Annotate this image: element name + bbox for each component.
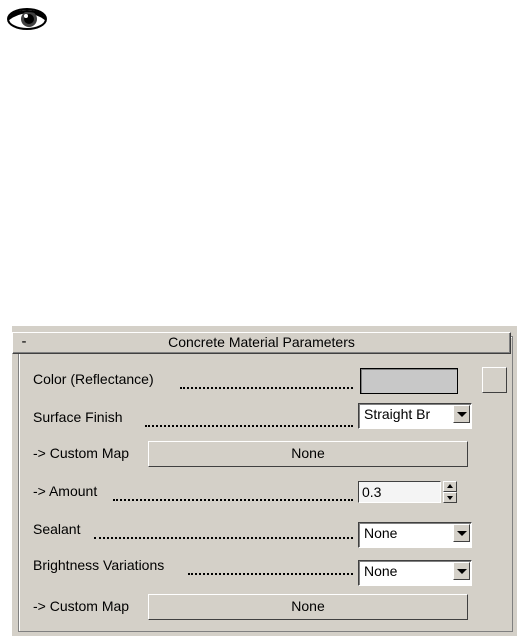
sealant-value: None: [364, 525, 398, 541]
eye-icon: [6, 3, 56, 33]
amount-leader: [113, 498, 353, 501]
amount-input[interactable]: 0.3: [358, 481, 441, 503]
brightness-variations-label: Brightness Variations: [33, 557, 165, 573]
chevron-down-icon[interactable]: [453, 405, 470, 423]
color-map-button[interactable]: [482, 367, 507, 393]
sealant-label: Sealant: [33, 521, 81, 537]
spin-up-icon[interactable]: [443, 481, 457, 492]
color-leader: [180, 386, 353, 389]
concrete-material-rollout: - Concrete Material Parameters Color (Re…: [12, 326, 517, 636]
surface-finish-label: Surface Finish: [33, 409, 123, 425]
chevron-down-icon[interactable]: [453, 524, 470, 542]
color-swatch[interactable]: [360, 368, 458, 394]
surface-finish-dropdown[interactable]: Straight Br: [358, 403, 472, 429]
brightness-variations-value: None: [364, 563, 398, 579]
brightness-variations-dropdown[interactable]: None: [358, 560, 472, 586]
surface-custom-map-button[interactable]: None: [148, 441, 468, 467]
surface-custom-map-label: -> Custom Map: [33, 445, 130, 461]
amount-label: -> Amount: [33, 483, 98, 499]
rollout-header[interactable]: - Concrete Material Parameters: [12, 332, 511, 354]
rollout-title: Concrete Material Parameters: [168, 334, 355, 350]
chevron-down-icon[interactable]: [453, 562, 470, 580]
sealant-dropdown[interactable]: None: [358, 522, 472, 548]
sealant-leader: [94, 536, 353, 539]
brightness-custom-map-button[interactable]: None: [148, 594, 468, 620]
amount-spinner[interactable]: [443, 481, 457, 503]
brightness-leader: [188, 572, 353, 575]
color-reflectance-label: Color (Reflectance): [33, 371, 154, 387]
spin-down-icon[interactable]: [443, 492, 457, 503]
brightness-custom-map-label: -> Custom Map: [33, 598, 130, 614]
surface-finish-leader: [145, 424, 353, 427]
surface-finish-value: Straight Br: [364, 406, 431, 422]
